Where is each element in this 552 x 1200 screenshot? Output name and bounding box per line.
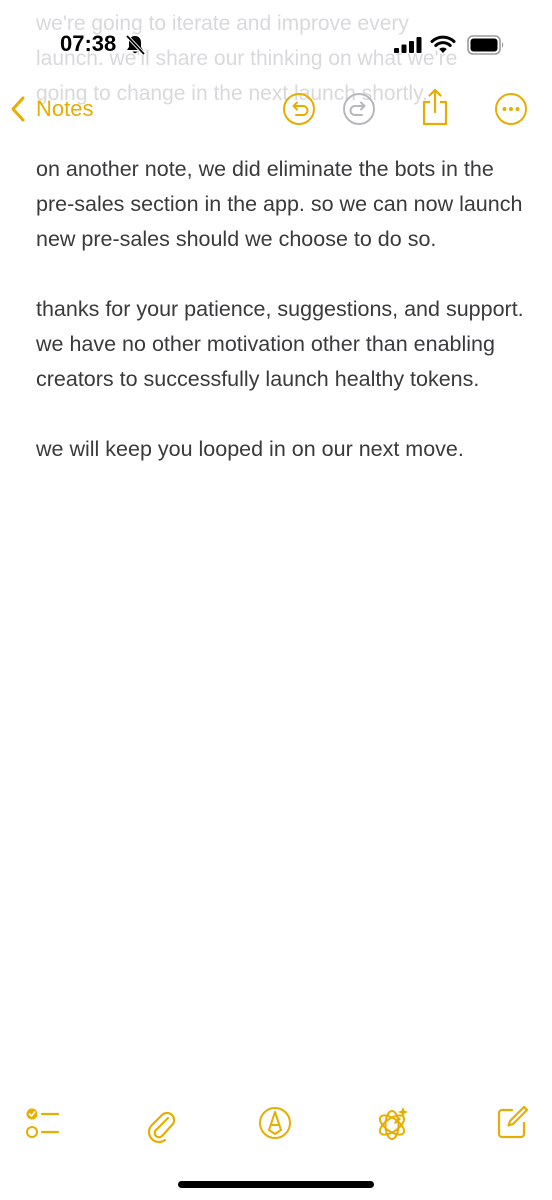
chevron-left-icon	[11, 96, 25, 122]
note-paragraph: on another note, we did eliminate the bo…	[36, 157, 523, 251]
paperclip-icon[interactable]	[144, 1104, 176, 1144]
cellular-signal-icon	[394, 37, 422, 53]
markup-pen-icon[interactable]	[257, 1104, 293, 1142]
checklist-icon[interactable]	[24, 1104, 60, 1142]
note-content[interactable]: on another note, we did eliminate the bo…	[36, 152, 526, 502]
back-button[interactable]: Notes	[10, 91, 93, 127]
back-label: Notes	[36, 96, 94, 121]
undo-icon[interactable]	[282, 92, 316, 126]
bell-slash-icon	[125, 34, 146, 56]
apple-intelligence-icon[interactable]	[372, 1104, 412, 1144]
note-paragraph: we will keep you looped in on our next m…	[36, 437, 464, 461]
more-icon[interactable]	[494, 92, 528, 126]
bottom-toolbar	[0, 1104, 552, 1148]
battery-icon	[467, 35, 504, 55]
note-paragraph: thanks for your patience, suggestions, a…	[36, 297, 524, 391]
compose-icon[interactable]	[496, 1104, 530, 1140]
redo-icon[interactable]	[342, 92, 376, 126]
status-bar: 07:38	[0, 0, 552, 92]
share-icon[interactable]	[420, 87, 450, 127]
wifi-icon	[430, 35, 456, 53]
home-indicator[interactable]	[178, 1181, 374, 1188]
clock: 07:38	[60, 31, 117, 56]
navigation-bar: Notes	[0, 86, 552, 134]
